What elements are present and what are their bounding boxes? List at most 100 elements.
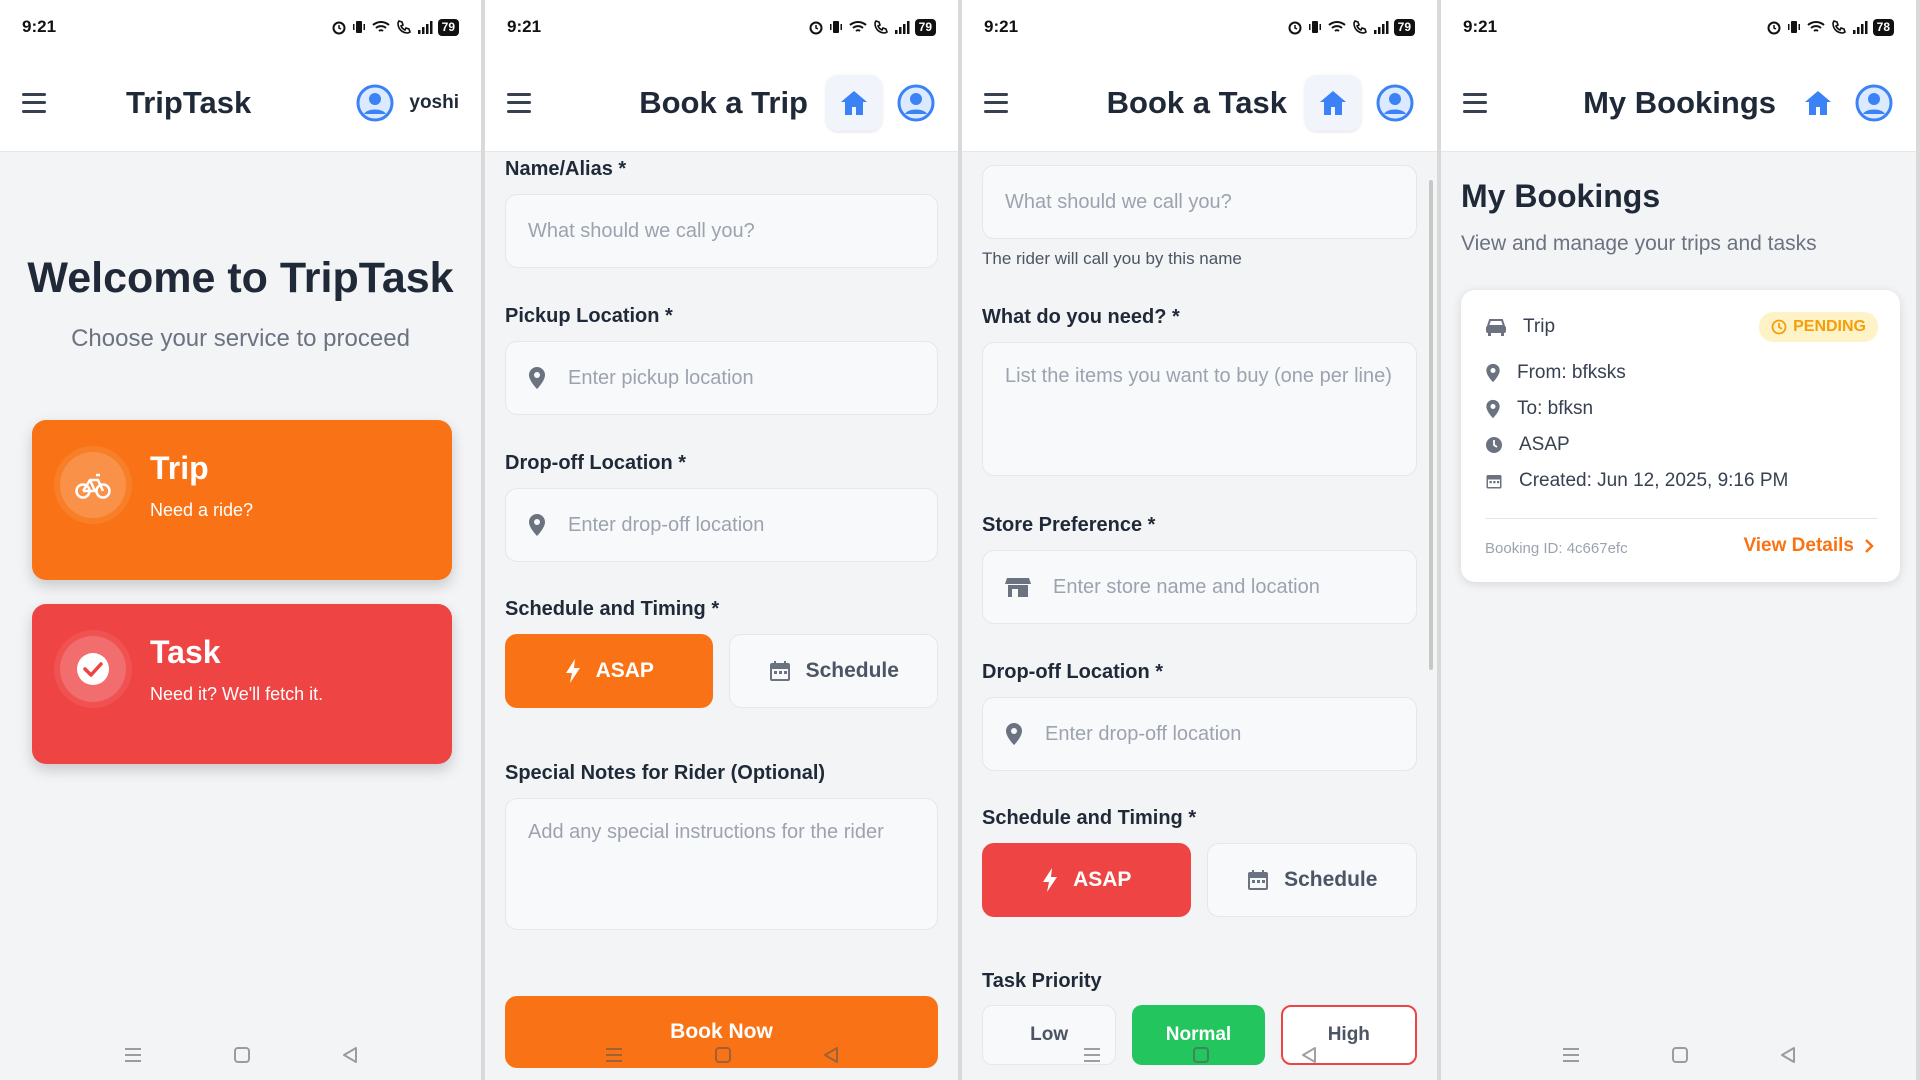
vibrate-icon	[1787, 21, 1800, 33]
user-avatar-icon	[356, 84, 394, 121]
menu-icon[interactable]	[22, 92, 46, 113]
back-icon[interactable]	[822, 1046, 840, 1064]
home-button[interactable]	[1305, 74, 1361, 131]
vibrate-icon	[1308, 21, 1321, 33]
need-textarea[interactable]: List the items you want to buy (one per …	[982, 342, 1417, 476]
user-avatar-icon[interactable]	[1854, 83, 1894, 123]
booking-timing-row: ASAP	[1485, 434, 1570, 456]
system-nav-bar	[962, 1046, 1437, 1064]
name-input[interactable]: What should we call you?	[505, 194, 938, 268]
bike-icon	[60, 452, 126, 518]
status-time: 9:21	[984, 17, 1019, 36]
notes-textarea[interactable]: Add any special instructions for the rid…	[505, 798, 938, 930]
trip-card[interactable]: Trip Need a ride?	[32, 420, 452, 580]
back-icon[interactable]	[341, 1046, 359, 1064]
need-label: What do you need? *	[982, 306, 1180, 328]
lightning-icon	[1043, 868, 1058, 892]
store-label: Store Preference *	[982, 514, 1156, 536]
back-icon[interactable]	[1779, 1046, 1797, 1064]
menu-icon[interactable]	[1463, 92, 1487, 113]
schedule-button[interactable]: Schedule	[728, 634, 938, 708]
home-nav-icon[interactable]	[1671, 1046, 1689, 1064]
divider	[1485, 518, 1878, 519]
app-bar: Book a Task	[962, 54, 1437, 152]
schedule-label: Schedule and Timing *	[505, 598, 720, 620]
lightning-icon	[565, 659, 580, 683]
trip-card-subtitle: Need a ride?	[150, 500, 254, 520]
home-nav-icon[interactable]	[233, 1046, 251, 1064]
call-icon	[396, 20, 411, 34]
wifi-icon	[1806, 21, 1825, 32]
name-label: Name/Alias *	[505, 158, 627, 180]
booking-timing: ASAP	[1519, 434, 1570, 455]
signal-icon	[417, 21, 433, 34]
task-card-subtitle: Need it? We'll fetch it.	[150, 684, 324, 704]
location-pin-icon	[528, 366, 546, 390]
dropoff-input[interactable]: Enter drop-off location	[982, 697, 1417, 771]
username: yoshi	[409, 91, 459, 113]
priority-high-label: High	[1327, 1024, 1370, 1045]
status-bar: 9:21 79	[962, 0, 1437, 54]
home-button[interactable]	[826, 74, 882, 131]
user-avatar-icon[interactable]	[1375, 83, 1415, 123]
home-nav-icon[interactable]	[714, 1046, 732, 1064]
back-icon[interactable]	[1300, 1046, 1318, 1064]
alarm-icon	[1767, 21, 1781, 35]
book-now-label: Book Now	[670, 1020, 773, 1043]
welcome-subtitle: Choose your service to proceed	[71, 325, 410, 352]
pickup-placeholder: Enter pickup location	[568, 366, 754, 389]
signal-icon	[1373, 21, 1389, 34]
recents-icon[interactable]	[123, 1046, 143, 1064]
name-input[interactable]: What should we call you?	[982, 165, 1417, 239]
wifi-icon	[371, 21, 390, 32]
user-chip[interactable]: yoshi	[355, 83, 459, 123]
store-input[interactable]: Enter store name and location	[982, 550, 1417, 624]
my-bookings-screen: 9:21 78 My Bookings My Bookings View and…	[1441, 0, 1916, 1080]
signal-icon	[1852, 21, 1868, 34]
recents-icon[interactable]	[604, 1046, 624, 1064]
call-icon	[1352, 20, 1367, 34]
menu-icon[interactable]	[984, 92, 1008, 113]
schedule-label: Schedule and Timing *	[982, 807, 1197, 829]
name-hint: The rider will call you by this name	[982, 249, 1242, 268]
book-trip-screen: 9:21 79 Book a Trip Name/Alias * What sh…	[485, 0, 958, 1080]
view-details-link[interactable]: View Details	[1743, 535, 1874, 557]
task-card[interactable]: Task Need it? We'll fetch it.	[32, 604, 452, 764]
app-title: TripTask	[126, 84, 252, 120]
home-nav-icon[interactable]	[1192, 1046, 1210, 1064]
status-badge: PENDING	[1759, 312, 1878, 342]
dropoff-label: Drop-off Location *	[982, 661, 1164, 683]
booking-from-row: From: bfksks	[1485, 362, 1626, 384]
battery-indicator: 79	[437, 18, 459, 36]
call-icon	[873, 20, 888, 34]
status-time: 9:21	[507, 17, 542, 36]
pickup-input[interactable]: Enter pickup location	[505, 341, 938, 415]
trip-card-title: Trip	[150, 450, 209, 486]
scrollbar[interactable]	[1429, 180, 1433, 670]
recents-icon[interactable]	[1561, 1046, 1581, 1064]
page-title: Book a Trip	[639, 84, 808, 120]
task-card-title: Task	[150, 634, 221, 670]
menu-icon[interactable]	[507, 92, 531, 113]
page-title: My Bookings	[1583, 84, 1776, 120]
dropoff-placeholder: Enter drop-off location	[1045, 722, 1242, 745]
clock-icon	[1486, 437, 1502, 453]
system-nav-bar	[0, 1046, 481, 1064]
location-pin-icon	[1486, 363, 1500, 383]
asap-button[interactable]: ASAP	[505, 634, 713, 708]
name-placeholder: What should we call you?	[528, 219, 755, 242]
schedule-button[interactable]: Schedule	[1206, 843, 1417, 917]
call-icon	[1831, 20, 1846, 34]
user-avatar-icon[interactable]	[896, 83, 936, 123]
booking-created-row: Created: Jun 12, 2025, 9:16 PM	[1485, 470, 1788, 492]
asap-button[interactable]: ASAP	[982, 843, 1191, 917]
app-bar: TripTask yoshi	[0, 54, 481, 152]
alarm-icon	[332, 21, 346, 35]
booking-card[interactable]: Trip PENDING From: bfksks To: bfksn ASAP…	[1461, 290, 1900, 582]
dropoff-input[interactable]: Enter drop-off location	[505, 488, 938, 562]
home-icon	[1320, 90, 1346, 115]
app-bar: Book a Trip	[485, 54, 958, 152]
recents-icon[interactable]	[1082, 1046, 1102, 1064]
home-button[interactable]	[1790, 75, 1846, 131]
priority-label: Task Priority	[982, 970, 1102, 992]
